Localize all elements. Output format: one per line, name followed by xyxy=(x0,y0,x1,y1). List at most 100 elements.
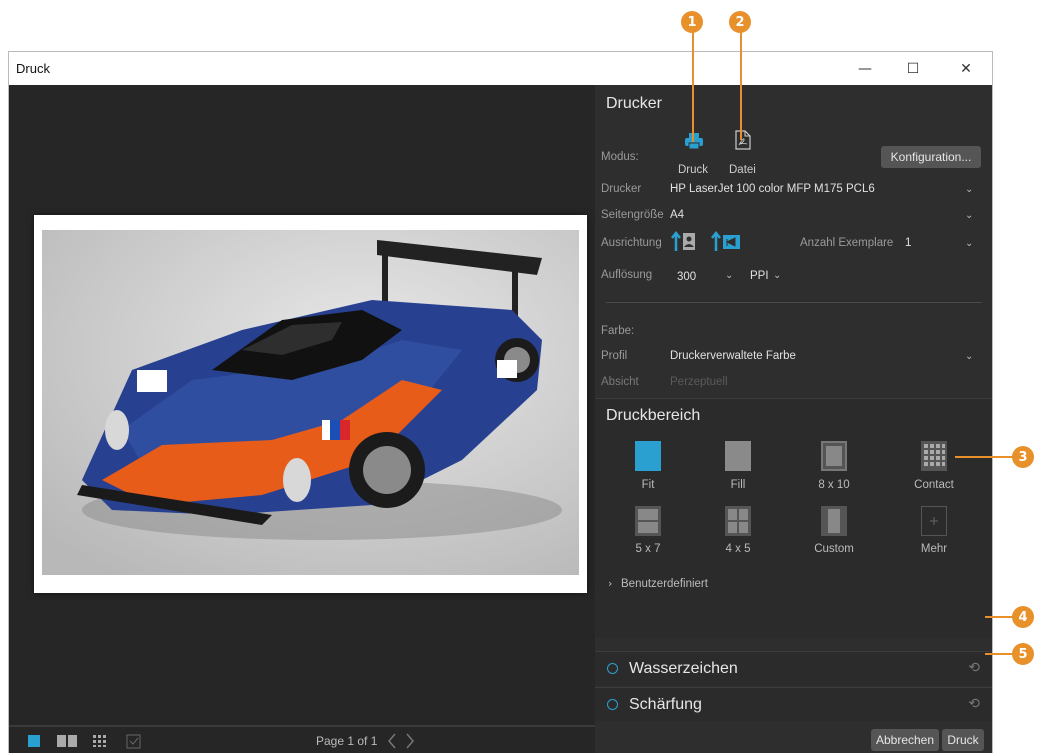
drucker-label: Drucker xyxy=(601,183,642,195)
portrait-orientation-icon[interactable] xyxy=(671,230,697,252)
page: 1 2 3 4 5 Druck — ☐ ✕ Page 1 of 1 Drucke… xyxy=(0,0,1037,753)
chevron-down-icon[interactable]: ⌄ xyxy=(965,210,973,221)
wasserzeichen-title: Wasserzeichen xyxy=(629,660,738,677)
drucker-heading: Drucker xyxy=(606,95,663,112)
tile-contact[interactable]: Contact xyxy=(894,441,974,501)
chevron-down-icon[interactable]: ⌄ xyxy=(965,184,973,195)
callout-line-1 xyxy=(692,24,694,142)
callout-line-4 xyxy=(985,616,1013,618)
printer-icon[interactable] xyxy=(684,132,704,150)
preview-paper xyxy=(34,215,587,593)
fill-icon xyxy=(725,441,751,471)
anzahl-exemplare-label: Anzahl Exemplare xyxy=(800,237,894,249)
ausrichtung-label: Ausrichtung xyxy=(601,237,662,249)
single-page-view-icon[interactable] xyxy=(27,734,41,748)
callout-line-2 xyxy=(740,24,742,140)
seitengroesse-select[interactable]: A4 xyxy=(670,209,684,221)
toggle-circle-icon[interactable] xyxy=(607,663,618,674)
tile-label: Fit xyxy=(641,479,655,491)
minimize-button[interactable]: — xyxy=(842,52,888,85)
anzahl-exemplare-value[interactable]: 1 xyxy=(905,237,911,249)
5x7-icon xyxy=(635,506,661,536)
ppi-select[interactable]: PPI xyxy=(750,270,769,282)
chevron-down-icon[interactable]: ⌄ xyxy=(725,270,733,281)
print-dialog: Druck — ☐ ✕ Page 1 of 1 Drucker Modus: D… xyxy=(8,51,993,753)
callout-4: 4 xyxy=(1012,606,1034,628)
schaerfung-title: Schärfung xyxy=(629,696,702,713)
abbrechen-button[interactable]: Abbrechen xyxy=(871,729,939,751)
modus-label: Modus: xyxy=(601,151,639,163)
tile-fit[interactable]: Fit xyxy=(608,441,688,501)
maximize-button[interactable]: ☐ xyxy=(890,52,936,85)
tile-label: Mehr xyxy=(920,543,948,555)
toggle-circle-icon[interactable] xyxy=(607,699,618,710)
fit-icon xyxy=(635,441,661,471)
callout-5: 5 xyxy=(1012,643,1034,665)
drucker-select[interactable]: HP LaserJet 100 color MFP M175 PCL6 xyxy=(670,183,875,195)
druck-button[interactable]: Druck xyxy=(942,729,984,751)
close-button[interactable]: ✕ xyxy=(943,52,989,85)
contact-grid-icon xyxy=(921,441,947,471)
landscape-orientation-icon[interactable] xyxy=(711,230,741,252)
aufloesung-value[interactable]: 300 xyxy=(677,271,696,283)
tile-label: 5 x 7 xyxy=(635,543,661,555)
tile-label: 8 x 10 xyxy=(818,479,850,491)
background-text xyxy=(10,34,570,50)
checkbox-view-icon[interactable] xyxy=(126,734,142,750)
prev-page-icon[interactable] xyxy=(386,732,398,750)
chevron-down-icon[interactable]: ⌄ xyxy=(965,351,973,362)
callout-line-5 xyxy=(985,653,1013,655)
chevron-right-icon[interactable]: › xyxy=(608,577,612,590)
custom-layout-icon xyxy=(821,506,847,536)
window-title: Druck xyxy=(16,61,50,76)
tile-5x7[interactable]: 5 x 7 xyxy=(608,506,688,566)
page-indicator: Page 1 of 1 xyxy=(316,734,378,748)
absicht-label: Absicht xyxy=(601,376,639,388)
4x5-icon xyxy=(725,506,751,536)
chevron-down-icon[interactable]: ⌄ xyxy=(773,270,781,281)
dialog-buttons: Abbrechen Druck xyxy=(595,725,992,753)
schaerfung-accordion[interactable]: Schärfung ⟲ xyxy=(595,687,992,721)
druckbereich-heading: Druckbereich xyxy=(606,407,701,424)
callout-3: 3 xyxy=(1012,446,1034,468)
benutzerdefiniert-toggle[interactable]: Benutzerdefiniert xyxy=(621,578,708,590)
grid-view-icon[interactable] xyxy=(92,734,110,748)
8x10-icon xyxy=(821,441,847,471)
pdf-file-icon[interactable] xyxy=(735,130,751,150)
tile-custom[interactable]: Custom xyxy=(794,506,874,566)
callout-1: 1 xyxy=(681,11,703,33)
tile-label: Contact xyxy=(914,479,954,491)
farbe-label: Farbe: xyxy=(601,325,635,337)
tile-4x5[interactable]: 4 x 5 xyxy=(698,506,778,566)
absicht-select[interactable]: Perzeptuell xyxy=(670,376,728,388)
reset-icon[interactable]: ⟲ xyxy=(968,696,980,712)
druckbereich-section: Druckbereich Fit Fill 8 x 10 Contact 5 x… xyxy=(595,398,992,638)
mode-datei-label[interactable]: Datei xyxy=(729,164,756,176)
print-preview xyxy=(9,85,595,725)
preview-toolbar: Page 1 of 1 xyxy=(9,725,595,753)
mode-druck-label[interactable]: Druck xyxy=(678,164,708,176)
tile-label: 4 x 5 xyxy=(725,543,751,555)
tile-mehr[interactable]: Mehr xyxy=(894,506,974,566)
wasserzeichen-accordion[interactable]: Wasserzeichen ⟲ xyxy=(595,651,992,685)
plus-icon xyxy=(921,506,947,536)
chevron-down-icon[interactable]: ⌄ xyxy=(965,238,973,249)
seitengroesse-label: Seitengröße xyxy=(601,209,664,221)
two-page-view-icon[interactable] xyxy=(56,734,78,748)
callout-line-3 xyxy=(955,456,1013,458)
reset-icon[interactable]: ⟲ xyxy=(968,660,980,676)
konfiguration-button[interactable]: Konfiguration... xyxy=(881,146,981,168)
profil-label: Profil xyxy=(601,350,628,362)
title-bar: Druck — ☐ ✕ xyxy=(9,52,992,85)
tile-label: Fill xyxy=(730,479,746,491)
aufloesung-label: Auflösung xyxy=(601,269,653,281)
preview-photo xyxy=(42,230,579,575)
profil-select[interactable]: Druckerverwaltete Farbe xyxy=(670,350,796,362)
tile-8x10[interactable]: 8 x 10 xyxy=(794,441,874,501)
divider xyxy=(606,302,982,303)
callout-2: 2 xyxy=(729,11,751,33)
next-page-icon[interactable] xyxy=(404,732,416,750)
tile-fill[interactable]: Fill xyxy=(698,441,778,501)
tile-label: Custom xyxy=(814,543,854,555)
settings-panel: Drucker Modus: Druck Datei Konfiguration… xyxy=(595,85,992,753)
